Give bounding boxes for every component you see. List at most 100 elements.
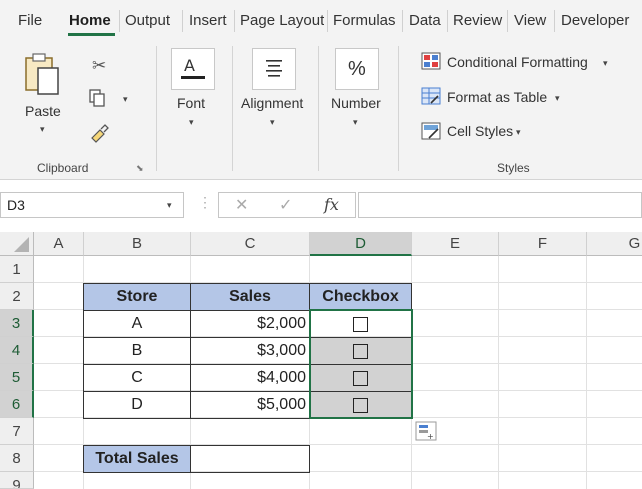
tab-separator: [234, 10, 235, 32]
total-sales-value[interactable]: [190, 445, 310, 473]
copy-icon[interactable]: [88, 88, 108, 108]
dialog-launcher-icon[interactable]: ⬊: [136, 163, 144, 174]
row-header-9[interactable]: 9: [0, 472, 34, 489]
selection-outline: [309, 309, 413, 419]
tab-separator: [327, 10, 328, 32]
tab-insert[interactable]: Insert: [189, 12, 227, 29]
table-cell-sales[interactable]: $4,000: [190, 364, 310, 392]
tab-file[interactable]: File: [18, 12, 42, 29]
cut-icon[interactable]: ✂: [92, 56, 106, 76]
group-separator: [398, 46, 399, 171]
number-label[interactable]: Number: [331, 95, 381, 111]
tab-output[interactable]: Output: [125, 12, 170, 29]
row-header-3[interactable]: 3: [0, 310, 34, 337]
table-cell-sales[interactable]: $3,000: [190, 337, 310, 365]
row-header-7[interactable]: 7: [0, 418, 34, 445]
alignment-label[interactable]: Alignment: [241, 95, 303, 111]
table-header-sales[interactable]: Sales: [190, 283, 310, 311]
alignment-button[interactable]: [252, 48, 296, 90]
cell-styles-icon[interactable]: [421, 122, 441, 140]
table-cell-sales[interactable]: $2,000: [190, 310, 310, 338]
insert-function-icon[interactable]: fx: [324, 195, 339, 214]
name-box[interactable]: D3 ▾: [0, 192, 184, 218]
table-cell-store[interactable]: C: [83, 364, 191, 392]
tab-separator: [447, 10, 448, 32]
table-cell-store[interactable]: B: [83, 337, 191, 365]
font-label[interactable]: Font: [177, 95, 205, 111]
more-options-icon[interactable]: ⋮: [198, 194, 212, 211]
svg-text:+: +: [427, 432, 434, 441]
cancel-icon[interactable]: ✕: [235, 195, 248, 215]
format-painter-icon[interactable]: [88, 122, 110, 144]
tab-review[interactable]: Review: [453, 12, 502, 29]
ribbon: Paste ▾ ✂ ▾ Clipboard ⬊ A Font ▾ Alignme…: [0, 38, 642, 180]
conditional-formatting-button[interactable]: Conditional Formatting: [447, 54, 588, 70]
percent-icon: %: [348, 58, 366, 80]
chevron-down-icon[interactable]: ▾: [40, 124, 45, 135]
tab-formulas[interactable]: Formulas: [333, 12, 396, 29]
table-cell-store[interactable]: D: [83, 391, 191, 419]
quick-analysis-icon[interactable]: +: [415, 421, 437, 441]
group-separator: [232, 46, 233, 171]
row-header-1[interactable]: 1: [0, 256, 34, 283]
row-header-6[interactable]: 6: [0, 391, 34, 418]
total-sales-label[interactable]: Total Sales: [83, 445, 191, 473]
paste-icon: [25, 53, 59, 95]
chevron-down-icon[interactable]: ▾: [189, 117, 194, 128]
paste-label[interactable]: Paste: [25, 103, 61, 119]
tab-separator: [554, 10, 555, 32]
chevron-down-icon[interactable]: ▾: [353, 117, 358, 128]
tab-separator: [119, 10, 120, 32]
chevron-down-icon[interactable]: ▾: [270, 117, 275, 128]
menu-bar: File Home Output Insert Page Layout Form…: [0, 0, 642, 38]
column-header-b[interactable]: B: [84, 232, 191, 256]
format-as-table-button[interactable]: Format as Table: [447, 89, 547, 105]
active-tab-indicator: [68, 33, 115, 36]
paste-button[interactable]: [18, 50, 66, 100]
conditional-formatting-icon[interactable]: [421, 52, 441, 70]
row-header-4[interactable]: 4: [0, 337, 34, 364]
number-button[interactable]: %: [335, 48, 379, 90]
formula-input[interactable]: [358, 192, 642, 218]
table-header-store[interactable]: Store: [83, 283, 191, 311]
row-header-2[interactable]: 2: [0, 283, 34, 310]
chevron-down-icon[interactable]: ▾: [603, 58, 608, 69]
select-all-corner[interactable]: [0, 232, 34, 256]
row-header-5[interactable]: 5: [0, 364, 34, 391]
column-header-d[interactable]: D: [310, 232, 412, 256]
column-header-g[interactable]: G: [587, 232, 642, 256]
enter-icon[interactable]: ✓: [279, 195, 292, 215]
cell-styles-button[interactable]: Cell Styles: [447, 123, 513, 139]
table-cell-sales[interactable]: $5,000: [190, 391, 310, 419]
tab-page-layout[interactable]: Page Layout: [240, 12, 324, 29]
tab-view[interactable]: View: [514, 12, 546, 29]
table-header-checkbox[interactable]: Checkbox: [309, 283, 412, 311]
tab-home[interactable]: Home: [69, 12, 111, 29]
group-separator: [156, 46, 157, 171]
column-header-a[interactable]: A: [34, 232, 84, 256]
chevron-down-icon[interactable]: ▾: [516, 127, 521, 138]
format-as-table-icon[interactable]: [421, 87, 441, 105]
chevron-down-icon[interactable]: ▾: [123, 94, 128, 105]
svg-text:A: A: [184, 56, 195, 75]
name-box-value: D3: [7, 197, 25, 213]
column-header-c[interactable]: C: [191, 232, 310, 256]
tab-separator: [182, 10, 183, 32]
row-header-8[interactable]: 8: [0, 445, 34, 472]
chevron-down-icon[interactable]: ▾: [167, 200, 172, 211]
tab-separator: [402, 10, 403, 32]
formula-controls: ✕ ✓ fx: [218, 192, 356, 218]
align-center-icon: [266, 60, 282, 77]
chevron-down-icon[interactable]: ▾: [555, 93, 560, 104]
tab-separator: [507, 10, 508, 32]
group-separator: [318, 46, 319, 171]
table-cell-store[interactable]: A: [83, 310, 191, 338]
font-icon: A: [181, 56, 205, 79]
tab-data[interactable]: Data: [409, 12, 441, 29]
styles-group-label: Styles: [497, 161, 530, 175]
clipboard-group-label: Clipboard: [37, 161, 89, 175]
font-button[interactable]: A: [171, 48, 215, 90]
tab-developer[interactable]: Developer: [561, 12, 629, 29]
column-header-f[interactable]: F: [499, 232, 587, 256]
column-header-e[interactable]: E: [412, 232, 499, 256]
